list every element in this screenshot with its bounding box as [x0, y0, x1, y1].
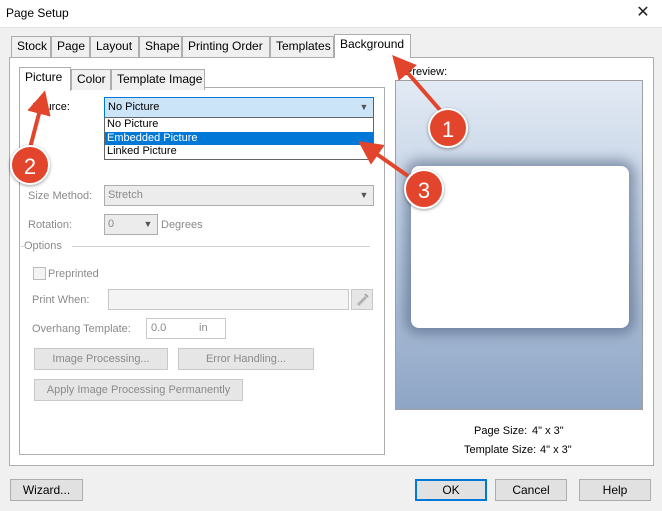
help-button[interactable]: Help	[579, 479, 651, 501]
source-dropdown-list: No Picture Embedded Picture Linked Pictu…	[104, 117, 374, 160]
tab-shape[interactable]: Shape	[139, 36, 182, 57]
size-method-label: Size Method:	[28, 190, 93, 202]
cancel-button[interactable]: Cancel	[495, 479, 567, 501]
template-size-label: Template Size:	[464, 444, 537, 456]
size-method-select[interactable]: Stretch ▼	[104, 185, 374, 206]
rotation-value: 0	[108, 218, 115, 230]
close-icon[interactable]: ✕	[630, 2, 656, 24]
chevron-down-icon: ▼	[359, 102, 369, 112]
preprinted-label: Preprinted	[48, 268, 99, 280]
overhang-template-input[interactable]: 0.0 in	[146, 318, 226, 339]
size-method-value: Stretch	[108, 189, 143, 201]
tab-templates[interactable]: Templates	[270, 36, 334, 57]
rotation-label: Rotation:	[28, 219, 73, 231]
tab-stock[interactable]: Stock	[11, 36, 51, 57]
image-processing-button[interactable]: Image Processing...	[34, 348, 168, 370]
print-when-input[interactable]	[108, 289, 349, 310]
preprinted-checkbox[interactable]	[33, 267, 46, 280]
error-handling-button[interactable]: Error Handling...	[178, 348, 314, 370]
page-size-label: Page Size:	[474, 425, 528, 437]
window-title: Page Setup	[6, 6, 69, 20]
options-divider-left	[21, 246, 26, 247]
edit-expression-icon	[357, 293, 369, 306]
dropdown-option-linked-picture[interactable]: Linked Picture	[105, 145, 373, 159]
overhang-template-label: Overhang Template:	[32, 323, 131, 335]
wizard-button[interactable]: Wizard...	[10, 479, 83, 501]
rotation-unit: Degrees	[161, 219, 203, 231]
chevron-down-icon: ▼	[359, 190, 369, 200]
preview-label: Preview:	[405, 66, 448, 78]
print-when-edit-button[interactable]	[351, 289, 373, 310]
annotation-badge-1: 1	[428, 108, 468, 148]
options-group-label: Options	[24, 240, 62, 252]
print-when-label: Print When:	[32, 294, 90, 306]
tab-page[interactable]: Page	[51, 36, 90, 57]
chevron-down-icon: ▼	[143, 219, 153, 229]
overhang-unit: in	[199, 322, 208, 334]
tab-printing-order[interactable]: Printing Order	[182, 36, 270, 57]
ok-button[interactable]: OK	[415, 479, 487, 501]
page-size-value: 4" x 3"	[532, 425, 564, 437]
dropdown-option-embedded-picture[interactable]: Embedded Picture	[105, 131, 373, 146]
subtab-color[interactable]: Color	[71, 69, 111, 90]
tab-layout[interactable]: Layout	[90, 36, 139, 57]
source-label: Source:	[32, 101, 70, 113]
source-select-value: No Picture	[108, 101, 160, 113]
title-bar	[0, 0, 662, 28]
apply-image-processing-button[interactable]: Apply Image Processing Permanently	[34, 379, 243, 401]
template-size-value: 4" x 3"	[540, 444, 572, 456]
rotation-select[interactable]: 0 ▼	[104, 214, 158, 235]
options-divider	[72, 246, 370, 247]
subtab-picture[interactable]: Picture	[19, 67, 71, 91]
annotation-badge-2: 2	[10, 145, 50, 185]
tab-background[interactable]: Background	[334, 34, 411, 58]
dropdown-option-no-picture[interactable]: No Picture	[105, 118, 373, 132]
source-select[interactable]: No Picture ▼	[104, 97, 374, 118]
annotation-badge-3: 3	[404, 169, 444, 209]
subtab-template-image[interactable]: Template Image	[111, 69, 205, 90]
overhang-value: 0.0	[151, 322, 167, 334]
